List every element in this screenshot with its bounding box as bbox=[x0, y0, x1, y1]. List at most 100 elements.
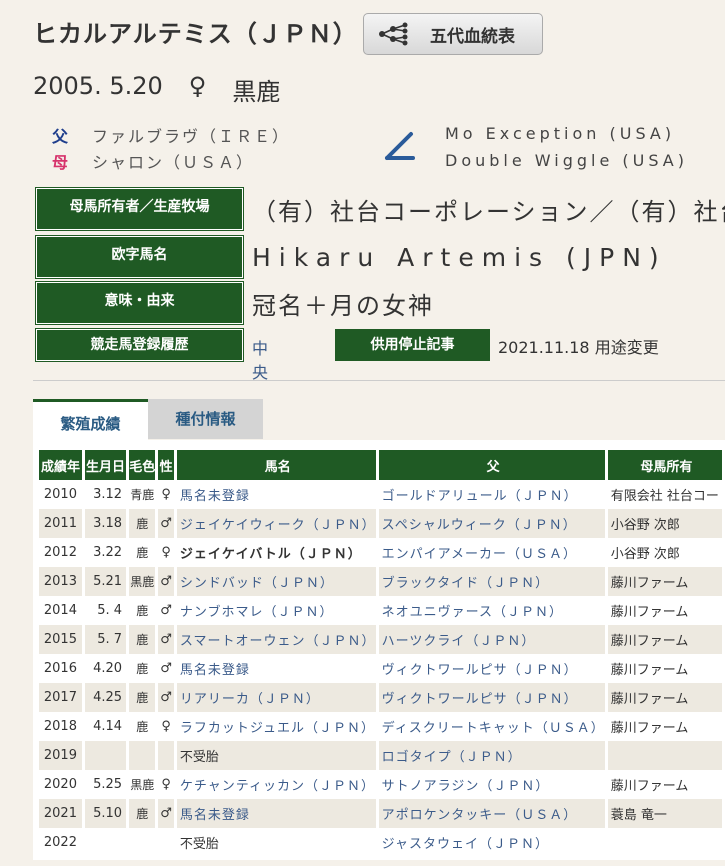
cell-year-text: 2021 bbox=[43, 806, 77, 821]
cell-horse-name[interactable]: ジェイケイウィーク（ＪＰＮ） bbox=[176, 509, 376, 538]
cell-birthday-text: 5.10 bbox=[93, 806, 123, 821]
table-row: 2012 3.22 鹿 ♀ ジェイケイバトル（ＪＰＮ） エンパイアメーカー（ＵＳＡ） 小谷野… bbox=[39, 538, 722, 567]
registry-label: 競走馬登録履歴 bbox=[35, 328, 244, 362]
header-sex[interactable]: 性 bbox=[158, 450, 174, 480]
header-birthday[interactable]: 生月日 bbox=[84, 450, 127, 480]
cell-horse-name-text[interactable]: 馬名未登録 bbox=[180, 808, 250, 823]
cell-owner-text: 藤川ファーム bbox=[610, 692, 689, 707]
cell-sire-text[interactable]: ヴィクトワールピサ（ＪＰＮ） bbox=[382, 663, 578, 678]
cell-sex bbox=[158, 828, 173, 857]
cell-sex-text: ♂ bbox=[160, 603, 172, 618]
cell-sire[interactable]: ブラックタイド（ＪＰＮ） bbox=[378, 567, 605, 596]
cell-sire-text[interactable]: ロゴタイプ（ＪＰＮ） bbox=[382, 750, 522, 765]
cell-sire[interactable]: ジャスタウェイ（ＪＰＮ） bbox=[379, 828, 605, 857]
stop-label: 供用停止記事 bbox=[335, 329, 490, 361]
cell-sire-text[interactable]: スペシャルウィーク（ＪＰＮ） bbox=[382, 518, 577, 533]
cell-horse-name[interactable]: リアリーカ（ＪＰＮ） bbox=[176, 683, 376, 712]
cell-sex: ♂ bbox=[158, 509, 174, 538]
cell-horse-name[interactable]: ナンブホマレ（ＪＰＮ） bbox=[177, 596, 376, 625]
cell-year-text: 2015 bbox=[43, 632, 77, 647]
header-owner[interactable]: 母馬所有 bbox=[607, 450, 722, 480]
cell-owner: 藤川ファーム bbox=[607, 683, 722, 712]
header-year[interactable]: 成績年 bbox=[39, 450, 82, 480]
cell-sire-text[interactable]: ネオユニヴァース（ＪＰＮ） bbox=[382, 605, 563, 620]
cell-sire[interactable]: ゴールドアリュール（ＪＰＮ） bbox=[379, 480, 605, 509]
pedigree-button[interactable]: 五代血統表 bbox=[363, 13, 543, 55]
dam-line: 母 シャロン（ＵＳＡ） bbox=[52, 148, 290, 174]
cell-horse-name[interactable]: 馬名未登録 bbox=[177, 480, 376, 509]
cell-horse-name-text[interactable]: ジェイケイウィーク（ＪＰＮ） bbox=[180, 518, 376, 533]
cell-sire-text[interactable]: ヴィクトワールピサ（ＪＰＮ） bbox=[382, 692, 578, 707]
cell-owner-text: 蓑島 竜一 bbox=[610, 808, 667, 823]
cell-sire[interactable]: ロゴタイプ（ＪＰＮ） bbox=[378, 741, 605, 770]
owner-label: 母馬所有者／生産牧場 bbox=[35, 187, 244, 231]
cell-sire[interactable]: ハーツクライ（ＪＰＮ） bbox=[378, 625, 605, 654]
cell-horse-name-text[interactable]: ナンブホマレ（ＪＰＮ） bbox=[180, 605, 334, 620]
cell-sire[interactable]: アポロケンタッキー（ＵＳＡ） bbox=[378, 799, 605, 828]
cell-birthday-text: 5. 7 bbox=[97, 632, 123, 647]
cell-sire-text[interactable]: ゴールドアリュール（ＪＰＮ） bbox=[382, 489, 578, 504]
cell-horse-name-text[interactable]: シンドバッド（ＪＰＮ） bbox=[180, 576, 334, 591]
cell-sire-text[interactable]: ジャスタウェイ（ＪＰＮ） bbox=[382, 837, 549, 852]
pedigree-button-label: 五代血統表 bbox=[430, 26, 515, 47]
cell-sire-text[interactable]: サトノアラジン（ＪＰＮ） bbox=[382, 779, 550, 794]
cell-owner: 有限会社 社台コー bbox=[608, 480, 722, 509]
cell-birthday-text: 5. 4 bbox=[97, 603, 123, 618]
cell-coat: 鹿 bbox=[129, 596, 155, 625]
cell-horse-name-text[interactable]: ラフカットジュエル（ＪＰＮ） bbox=[180, 721, 375, 736]
horse-title-row: ヒカルアルテミス（ＪＰＮ） bbox=[33, 14, 358, 49]
cell-coat-text: 鹿 bbox=[136, 691, 149, 705]
cell-coat: 鹿 bbox=[129, 509, 156, 538]
cell-horse-name-text[interactable]: ケチャンティッカン（ＪＰＮ） bbox=[180, 779, 375, 794]
cell-horse-name-text[interactable]: 馬名未登録 bbox=[180, 663, 250, 678]
cell-sire[interactable]: ネオユニヴァース（ＪＰＮ） bbox=[379, 596, 605, 625]
cell-sire[interactable]: ヴィクトワールピサ（ＪＰＮ） bbox=[379, 654, 605, 683]
tab-breeding-record[interactable]: 繁殖成績 bbox=[33, 399, 148, 441]
cell-sire-text[interactable]: エンパイアメーカー（ＵＳＡ） bbox=[382, 547, 577, 562]
broodmare-sire-block: Mo Exception (USA) Double Wiggle (USA) bbox=[445, 120, 688, 174]
cell-coat: 鹿 bbox=[129, 538, 155, 567]
cell-owner: 藤川ファーム bbox=[608, 596, 722, 625]
cell-sire-text[interactable]: アポロケンタッキー（ＵＳＡ） bbox=[382, 808, 578, 823]
cell-coat-text: 黒鹿 bbox=[130, 778, 155, 792]
cell-coat-text: 青鹿 bbox=[130, 488, 155, 502]
bms-line-2[interactable]: Double Wiggle (USA) bbox=[445, 147, 688, 174]
header-sire[interactable]: 父 bbox=[378, 450, 605, 480]
cell-birthday: 5. 7 bbox=[84, 625, 127, 654]
cell-horse-name-text[interactable]: リアリーカ（ＪＰＮ） bbox=[180, 692, 320, 707]
cell-horse-name-text[interactable]: 馬名未登録 bbox=[180, 489, 250, 504]
cell-sex-text: ♀ bbox=[161, 487, 171, 502]
cell-sire[interactable]: ディスクリートキャット（ＵＳＡ） bbox=[379, 712, 605, 741]
header-coat[interactable]: 毛色 bbox=[129, 450, 156, 480]
cell-horse-name[interactable]: 馬名未登録 bbox=[177, 654, 376, 683]
cell-sire[interactable]: エンパイアメーカー（ＵＳＡ） bbox=[379, 538, 605, 567]
bms-line-1[interactable]: Mo Exception (USA) bbox=[445, 120, 688, 147]
cell-horse-name[interactable]: ケチャンティッカン（ＪＰＮ） bbox=[177, 770, 376, 799]
cell-sex: ♂ bbox=[158, 799, 174, 828]
dam-name[interactable]: シャロン（ＵＳＡ） bbox=[92, 149, 254, 173]
cell-birthday bbox=[84, 741, 127, 770]
cell-sire-text[interactable]: ブラックタイド（ＪＰＮ） bbox=[382, 576, 549, 591]
cell-coat: 黒鹿 bbox=[129, 770, 155, 799]
stop-value: 2021.11.18 用途変更 bbox=[498, 338, 659, 357]
cell-horse-name-text[interactable]: スマートオーウェン（ＪＰＮ） bbox=[180, 634, 376, 649]
tab-mating-info[interactable]: 種付情報 bbox=[148, 399, 263, 439]
cell-horse-name-text[interactable]: ジェイケイバトル（ＪＰＮ） bbox=[180, 547, 362, 562]
cell-horse-name[interactable]: シンドバッド（ＪＰＮ） bbox=[176, 567, 376, 596]
pedigree-tree-icon bbox=[379, 22, 408, 46]
cell-year: 2010 bbox=[39, 480, 82, 509]
sire-name[interactable]: ファルブラヴ（ＩＲＥ） bbox=[92, 123, 290, 147]
cell-horse-name[interactable]: ジェイケイバトル（ＪＰＮ） bbox=[177, 538, 376, 567]
cell-horse-name[interactable]: ラフカットジュエル（ＪＰＮ） bbox=[177, 712, 376, 741]
cell-sire[interactable]: サトノアラジン（ＪＰＮ） bbox=[379, 770, 605, 799]
header-horse-name[interactable]: 馬名 bbox=[176, 450, 376, 480]
cell-sire[interactable]: スペシャルウィーク（ＪＰＮ） bbox=[378, 509, 605, 538]
cell-year-text: 2013 bbox=[43, 574, 77, 589]
cell-sire-text[interactable]: ディスクリートキャット（ＵＳＡ） bbox=[382, 721, 605, 736]
cell-sire-text[interactable]: ハーツクライ（ＪＰＮ） bbox=[382, 634, 536, 649]
cell-sex: ♀ bbox=[158, 712, 173, 741]
cell-horse-name[interactable]: 馬名未登録 bbox=[176, 799, 376, 828]
cell-year-text: 2020 bbox=[43, 777, 77, 792]
cell-horse-name[interactable]: スマートオーウェン（ＪＰＮ） bbox=[176, 625, 376, 654]
cell-sire[interactable]: ヴィクトワールピサ（ＪＰＮ） bbox=[378, 683, 605, 712]
